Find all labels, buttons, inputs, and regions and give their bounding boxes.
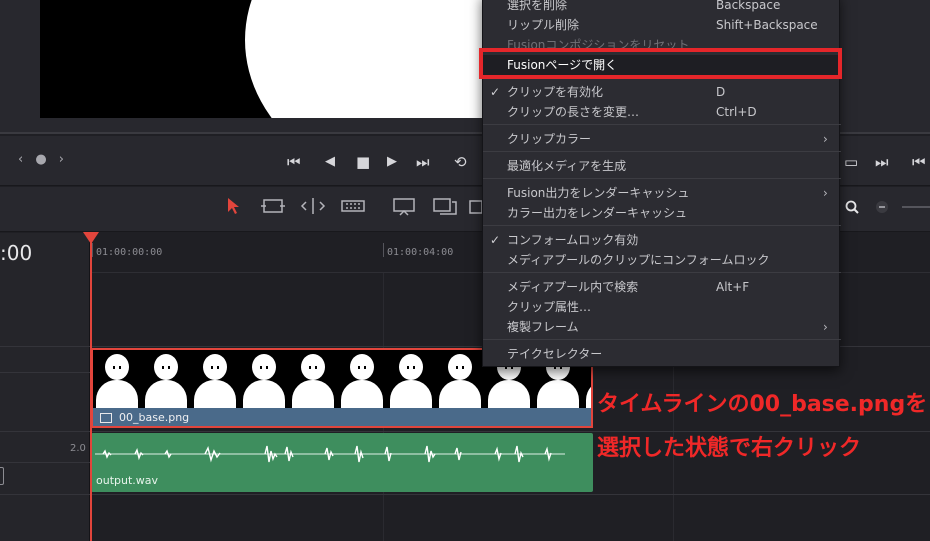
blade-tool-icon[interactable] xyxy=(340,196,366,218)
clip-nav[interactable]: ‹ ● › xyxy=(18,152,68,167)
menu-item-render-cache-fusion[interactable]: Fusion出力をレンダーキャッシュ › xyxy=(483,183,841,203)
audio-level: 2.0 xyxy=(70,443,86,454)
check-icon: ✓ xyxy=(490,233,501,247)
viewer-canvas xyxy=(40,0,482,118)
menu-item-render-cache-color[interactable]: カラー出力をレンダーキャッシュ xyxy=(483,203,841,223)
menu-separator xyxy=(483,272,841,273)
menu-item-take-selector[interactable]: テイクセレクター xyxy=(483,344,841,364)
menu-separator xyxy=(483,151,841,152)
chevron-right-icon: › xyxy=(823,132,828,146)
menu-item-conform-lock[interactable]: ✓ コンフォームロック有効 xyxy=(483,230,841,250)
menu-item-duplicate-frames[interactable]: 複製フレーム › xyxy=(483,317,841,337)
menu-item-clip-color[interactable]: クリップカラー › xyxy=(483,129,841,149)
annotation-line-2: 選択した状態で右クリック xyxy=(597,436,862,461)
image-icon xyxy=(100,413,112,423)
zoom-slider[interactable] xyxy=(900,196,930,218)
annotation-line-1: タイムラインの00_base.pngを xyxy=(597,392,928,417)
ruler-mark xyxy=(383,243,384,257)
insert-clip-icon[interactable] xyxy=(390,196,418,218)
selection-tool-icon[interactable] xyxy=(226,196,240,218)
viewer-image xyxy=(245,0,482,118)
playhead-handle[interactable] xyxy=(83,232,99,244)
menu-separator xyxy=(483,225,841,226)
chevron-right-icon: › xyxy=(823,186,828,200)
dynamic-trim-icon[interactable] xyxy=(298,196,328,218)
zoom-out-icon[interactable] xyxy=(874,196,890,218)
audio-track-toggle[interactable] xyxy=(0,467,4,485)
menu-item-enable-clip[interactable]: ✓ クリップを有効化 D xyxy=(483,82,841,102)
overwrite-clip-icon[interactable] xyxy=(432,196,458,218)
video-clip-name: 00_base.png xyxy=(119,411,190,424)
audio-clip-output[interactable] xyxy=(91,433,593,492)
play-reverse-button[interactable]: ◀ xyxy=(325,150,335,174)
track-divider xyxy=(0,494,930,495)
menu-separator xyxy=(483,339,841,340)
prev-clip-button[interactable]: ⏮ xyxy=(912,150,926,174)
menu-item-ripple-delete[interactable]: リップル削除 Shift+Backspace xyxy=(483,15,841,35)
track-divider xyxy=(0,462,90,463)
menu-item-generate-optimized-media[interactable]: 最適化メディアを生成 xyxy=(483,156,841,176)
ruler-mark xyxy=(92,243,93,257)
menu-item-conform-lock-media-pool[interactable]: メディアプールのクリップにコンフォームロック xyxy=(483,250,841,270)
track-divider xyxy=(0,372,90,373)
check-icon: ✓ xyxy=(490,85,501,99)
right-toggle-button[interactable]: ▭ xyxy=(844,150,858,174)
playhead[interactable] xyxy=(90,240,92,541)
stop-button[interactable]: ■ xyxy=(356,150,370,174)
audio-waveform xyxy=(95,445,565,463)
menu-separator xyxy=(483,124,841,125)
zoom-icon[interactable] xyxy=(844,196,860,218)
go-to-end-button[interactable]: ⏭ xyxy=(416,150,430,174)
next-clip-button[interactable]: ⏭ xyxy=(875,150,889,174)
highlight-box xyxy=(479,48,842,79)
menu-item-find-in-media-pool[interactable]: メディアプール内で検索 Alt+F xyxy=(483,277,841,297)
play-button[interactable]: ▶ xyxy=(387,150,397,174)
go-to-start-button[interactable]: ⏮ xyxy=(287,150,301,174)
chevron-right-icon: › xyxy=(823,320,828,334)
ruler-tick: 01:00:00:00 xyxy=(96,247,163,258)
trim-tool-icon[interactable] xyxy=(258,196,288,218)
timecode-display: :00 xyxy=(0,241,33,265)
menu-separator xyxy=(483,178,841,179)
menu-item-change-duration[interactable]: クリップの長さを変更… Ctrl+D xyxy=(483,102,841,122)
audio-clip-name: output.wav xyxy=(96,474,159,487)
ruler-tick: 01:00:04:00 xyxy=(387,247,454,258)
menu-item-clip-attributes[interactable]: クリップ属性… xyxy=(483,297,841,317)
menu-item-delete-selected[interactable]: 選択を削除 Backspace xyxy=(483,0,841,15)
loop-button[interactable]: ⟲ xyxy=(454,150,467,174)
replace-clip-icon[interactable] xyxy=(468,196,482,218)
